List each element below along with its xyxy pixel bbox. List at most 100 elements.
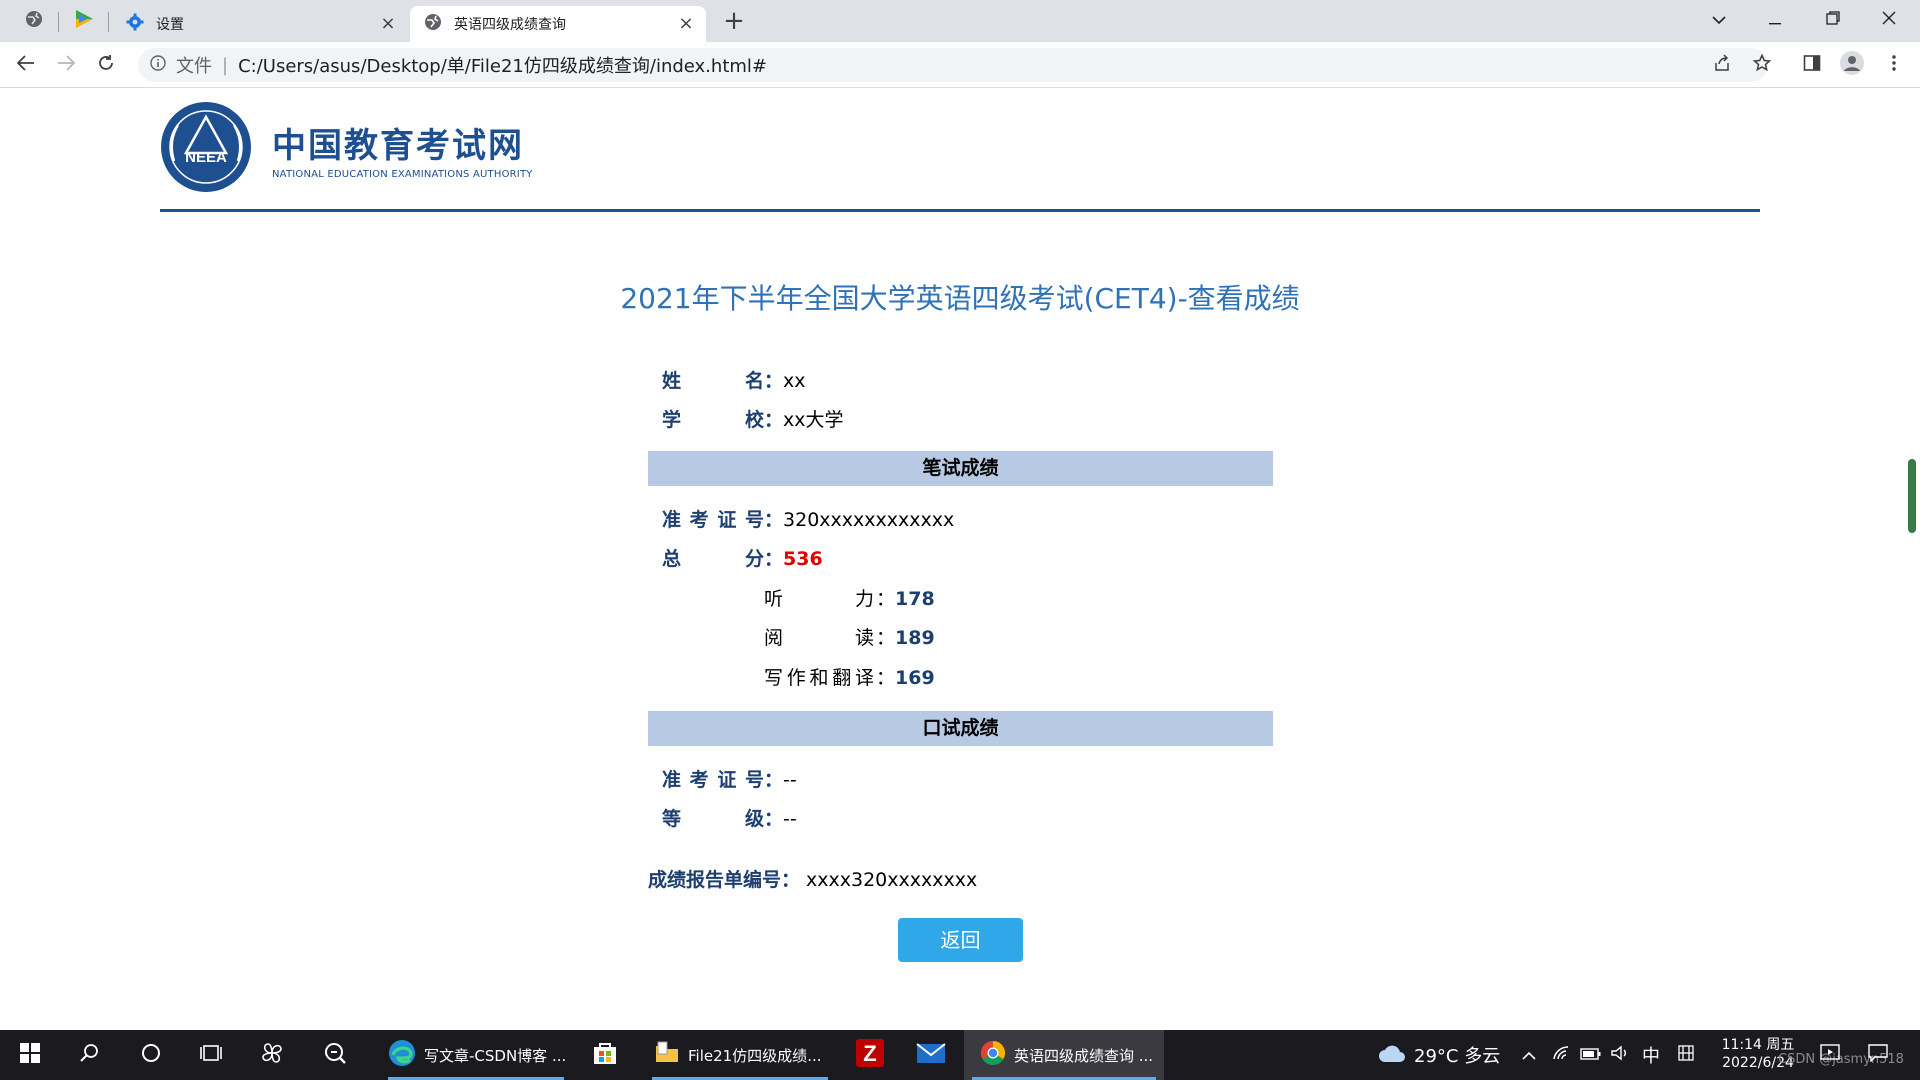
tab-strip: 设置 × 英语四级成绩查询 × + [0,0,1920,42]
search-button[interactable] [74,1040,104,1070]
address-bar[interactable]: 文件 | C:/Users/asus/Desktop/单/File21仿四级成绩… [138,48,1768,82]
side-panel-button[interactable] [1798,51,1826,79]
oral-grade-row: 等级：-- [662,804,797,831]
close-icon[interactable]: × [676,14,696,34]
writing-label: 写作和翻译 [764,667,874,689]
filezilla-button[interactable]: Z [855,1039,885,1070]
taskbar-app-explorer[interactable]: File21仿四级成绩... [644,1030,836,1080]
header-divider [160,209,1760,212]
total-score-row: 总分：536 [662,544,823,571]
colon: ： [764,409,784,431]
tab-cet4-score[interactable]: 英语四级成绩查询 × [410,6,706,42]
taskbar-app-label: 英语四级成绩查询 ... [1014,1046,1154,1065]
pinned-tab-player[interactable] [70,7,98,35]
back-button[interactable] [12,51,40,79]
action-center[interactable] [1868,1030,1888,1080]
play-icon [73,9,95,33]
address-divider: | [222,54,229,76]
logo-title: 中国教育考试网 [272,126,524,166]
battery-status[interactable] [1580,1030,1602,1080]
task-view-button[interactable] [196,1040,226,1070]
minimize-button[interactable] [1752,4,1798,34]
cortana-button[interactable] [136,1040,166,1070]
reading-label: 阅读 [764,627,874,649]
written-section-header: 笔试成绩 [648,451,1273,486]
protocol-label: 文件 [176,56,212,77]
menu-button[interactable] [1880,51,1908,79]
network-status[interactable] [1552,1030,1572,1080]
taskview-icon [200,1044,222,1066]
profile-button[interactable] [1838,51,1866,79]
restore-button[interactable] [1810,4,1856,34]
writing-score: 169 [895,667,935,689]
bookmark-button[interactable] [1748,51,1776,79]
neea-emblem-icon: NEEA [160,101,252,197]
store-button[interactable] [590,1040,620,1070]
pinned-tab-globe[interactable] [20,7,48,35]
chevron-down-icon [1712,10,1726,29]
written-ticket-row: 准考证号：320xxxxxxxxxxxx [662,505,954,532]
name-row: 姓名：xx [662,366,806,393]
info-icon[interactable] [150,54,166,76]
colon: ： [764,509,784,531]
ime-indicator[interactable]: 中 [1642,1030,1660,1080]
colon: ： [764,769,784,791]
weather-text: 29°C 多云 [1414,1046,1501,1067]
ime-mode[interactable] [1678,1030,1694,1080]
weather-icon [1378,1042,1406,1069]
profile-icon [1840,51,1864,79]
start-button[interactable] [15,1040,45,1070]
tab-title: 设置 [156,17,184,33]
volume-control[interactable] [1610,1030,1630,1080]
school-value: xx大学 [783,409,844,431]
scrollbar-thumb[interactable] [1908,459,1916,533]
zoom-app-button[interactable] [320,1040,350,1070]
site-logo[interactable]: NEEA 中国教育考试网 NATIONAL EDUCATION EXAMINAT… [160,101,533,197]
store-icon [592,1040,618,1070]
tray-overflow[interactable] [1522,1030,1536,1080]
share-button[interactable] [1708,51,1736,79]
tab-divider [58,12,59,32]
volume-icon [1610,1045,1630,1066]
colon: ： [764,548,784,570]
explorer-icon [654,1040,680,1070]
mail-icon [916,1041,946,1069]
taskbar-app-chrome[interactable]: 英语四级成绩查询 ... [964,1030,1164,1080]
reading-row: 阅读 ：189 [764,623,935,650]
url-text: C:/Users/asus/Desktop/单/File21仿四级成绩查询/in… [238,56,768,77]
report-label: 成绩报告单编号 [648,869,782,891]
new-tab-button[interactable]: + [720,8,748,36]
tab-settings[interactable]: 设置 × [112,6,408,42]
reload-button[interactable] [92,51,120,79]
taskbar-app-edge[interactable]: 写文章-CSDN博客 ... [380,1030,572,1080]
forward-button[interactable] [52,51,80,79]
sidepanel-icon [1803,54,1821,76]
colon: ： [876,667,896,689]
tab-search-button[interactable] [1696,4,1742,34]
school-row: 学校：xx大学 [662,405,844,432]
writing-row: 写作和翻译 ：169 [764,663,935,690]
ticket-label: 准考证号 [662,769,764,791]
globe-icon [424,13,442,35]
school-label: 学校 [662,409,764,431]
colon: ： [764,808,784,830]
colon: ： [781,869,801,891]
weather-widget[interactable]: 29°C 多云 [1378,1030,1500,1080]
back-arrow-icon [16,55,35,75]
report-number-row: 成绩报告单编号： xxxx320xxxxxxxx [648,865,977,892]
pinwheel-app-button[interactable] [257,1040,287,1070]
reading-score: 189 [895,627,935,649]
mail-button[interactable] [916,1040,946,1070]
close-icon[interactable]: × [378,14,398,34]
desktop-peek[interactable] [1820,1030,1840,1080]
close-icon [1882,10,1896,29]
close-window-button[interactable] [1866,4,1912,34]
cortana-icon [141,1043,161,1067]
colon: ： [876,588,896,610]
globe-icon [25,10,43,32]
name-value: xx [783,370,806,392]
wifi-icon [1552,1045,1572,1066]
ticket-label: 准考证号 [662,509,764,531]
back-button[interactable]: 返回 [898,918,1023,962]
name-label: 姓名 [662,370,764,392]
